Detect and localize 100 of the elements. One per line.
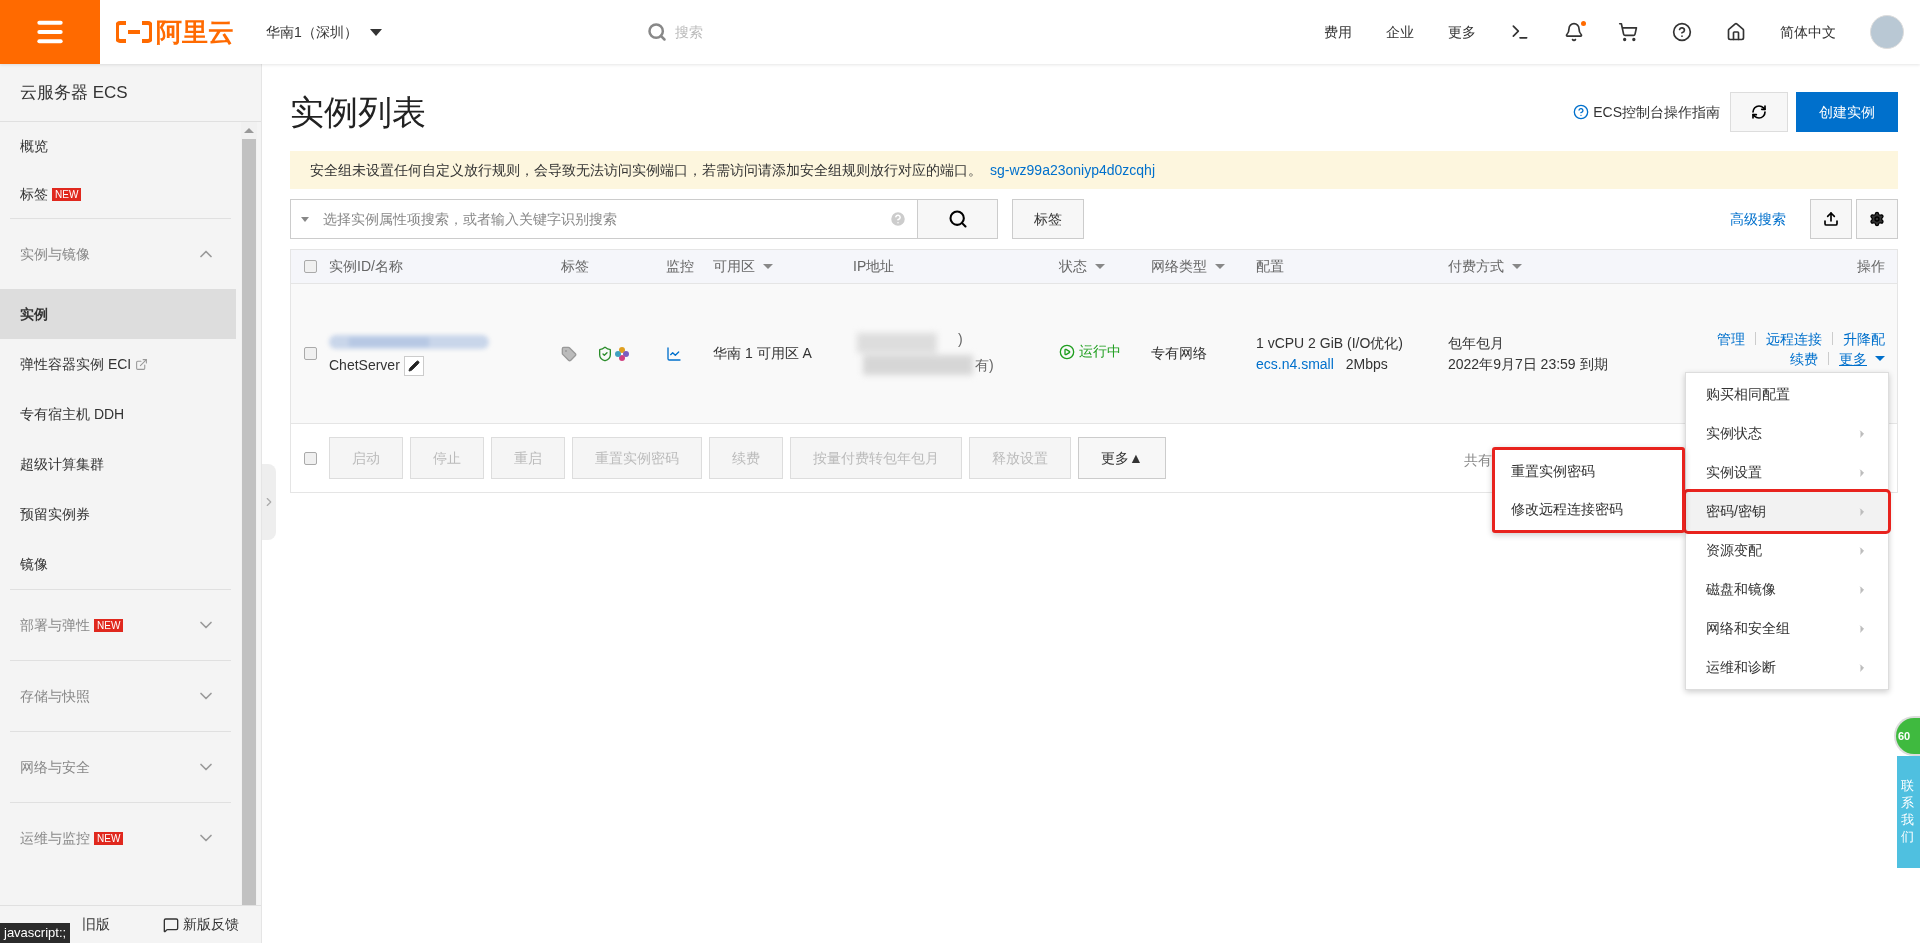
search-icon	[646, 22, 667, 42]
header-link[interactable]: 更多	[1448, 21, 1476, 43]
menu-item[interactable]: 密码/密钥	[1686, 492, 1888, 531]
help-icon[interactable]	[1672, 22, 1692, 42]
action-link[interactable]: 升降配	[1843, 328, 1885, 349]
caret-icon	[1875, 356, 1885, 361]
export-button[interactable]	[1810, 199, 1852, 239]
sidebar-item[interactable]: 弹性容器实例 ECI	[0, 339, 236, 389]
help-icon	[889, 210, 907, 228]
sidebar-item[interactable]: 实例	[0, 289, 236, 339]
home-icon[interactable]	[1726, 22, 1746, 42]
region-selector[interactable]: 华南1（深圳）	[266, 21, 382, 43]
column-header[interactable]: 可用区	[713, 256, 773, 277]
create-instance-button[interactable]: 创建实例	[1796, 92, 1898, 132]
advanced-search-link[interactable]: 高级搜索	[1730, 208, 1786, 230]
column-header: IP地址	[853, 257, 895, 276]
action-link[interactable]: 远程连接	[1766, 328, 1822, 349]
sidebar-section[interactable]: 运维与监控 NEW	[0, 803, 236, 873]
menu-item[interactable]: 网络和安全组	[1686, 609, 1888, 648]
export-icon	[1823, 211, 1839, 227]
shield-icon[interactable]	[597, 345, 613, 362]
checkbox[interactable]	[303, 260, 317, 273]
settings-button[interactable]	[1856, 199, 1898, 239]
logo-icon	[116, 20, 152, 44]
more-link[interactable]: 更多	[1839, 348, 1885, 369]
tag-icon[interactable]	[561, 345, 577, 362]
menu-item[interactable]: 资源变配	[1686, 531, 1888, 570]
checkbox[interactable]	[303, 451, 317, 465]
menu-item[interactable]: 购买相同配置	[1686, 375, 1888, 414]
page-title: 实例列表	[290, 91, 426, 133]
sidebar-item[interactable]: 概览	[0, 122, 241, 170]
sidebar-section[interactable]: 部署与弹性 NEW	[0, 590, 236, 660]
menu-item[interactable]: 运维和诊断	[1686, 648, 1888, 687]
guide-link[interactable]: ECS控制台操作指南	[1573, 101, 1720, 123]
search-box[interactable]: 选择实例属性项搜索，或者输入关键字识别搜索	[290, 199, 918, 239]
sidebar-item[interactable]: 标签 NEW	[0, 170, 241, 218]
menu-item[interactable]: 重置实例密码	[1495, 452, 1682, 490]
ip-fragment: )	[958, 329, 963, 349]
caret-icon	[1215, 264, 1225, 269]
flower-icon[interactable]	[615, 346, 629, 361]
header-link[interactable]: 费用	[1324, 21, 1352, 43]
logo-text: 阿里云	[156, 19, 234, 45]
menu-button[interactable]	[0, 0, 100, 64]
collapse-handle[interactable]	[262, 464, 276, 540]
column-header: 操作	[1857, 257, 1885, 276]
column-header: 实例ID/名称	[329, 257, 403, 276]
action-link[interactable]: 续费	[1790, 348, 1818, 369]
ip-fragment: 有)	[975, 355, 994, 375]
table-cell-text: 专有网络	[1151, 344, 1208, 363]
terminal-icon[interactable]	[1510, 22, 1530, 42]
language-link[interactable]: 简体中文	[1780, 21, 1836, 43]
refresh-icon	[1751, 104, 1767, 120]
edit-button[interactable]	[403, 355, 424, 376]
security-group-link[interactable]: sg-wz99a23oniyp4d0zcqhj	[990, 159, 1155, 181]
search-field[interactable]: 选择实例属性项搜索，或者输入关键字识别搜索	[323, 208, 889, 230]
instance-type-link[interactable]: ecs.n4.small	[1256, 353, 1334, 375]
menu-item[interactable]: 修改远程连接密码	[1495, 490, 1682, 528]
feedback-link[interactable]: 新版反馈	[163, 914, 239, 935]
feedback-icon	[163, 916, 179, 933]
action-link[interactable]: 管理	[1717, 328, 1745, 349]
expiry-date: 2022年9月7日 23:59 到期	[1448, 354, 1609, 374]
external-link-icon	[135, 357, 149, 371]
caret-icon	[763, 264, 773, 269]
sidebar-item[interactable]: 镜像	[0, 539, 236, 589]
column-header[interactable]: 状态	[1059, 256, 1105, 277]
play-icon	[1059, 343, 1075, 360]
table-cell-text: 包年包月	[1448, 333, 1505, 353]
column-header[interactable]: 网络类型	[1151, 256, 1225, 277]
search-icon	[947, 209, 968, 229]
tag-filter-button[interactable]: 标签	[1012, 199, 1084, 239]
caret-icon	[369, 28, 382, 36]
column-header[interactable]: 付费方式	[1448, 256, 1522, 277]
column-header: 监控	[666, 257, 694, 276]
refresh-button[interactable]	[1730, 92, 1788, 132]
pencil-icon	[407, 359, 420, 372]
help-icon	[1573, 104, 1590, 120]
search-button[interactable]	[918, 199, 998, 239]
settings-icon	[1869, 211, 1885, 227]
sidebar-item[interactable]: 超级计算集群	[0, 439, 236, 489]
search-field[interactable]: 搜索	[674, 21, 975, 43]
new-badge: NEW	[52, 187, 82, 201]
bandwidth: 2Mbps	[1345, 354, 1388, 374]
cart-icon[interactable]	[1618, 22, 1638, 42]
footer-link[interactable]: 旧版	[82, 914, 110, 935]
notice-text: 安全组未设置任何自定义放行规则，会导致无法访问实例端口，若需访问请添加安全组规则放行对应的端口。	[310, 160, 982, 180]
instance-name: ChetServer	[329, 356, 400, 375]
sidebar-item[interactable]: 预留实例券	[0, 489, 236, 539]
column-header: 配置	[1256, 257, 1284, 276]
chart-icon[interactable]	[666, 345, 682, 362]
table-cell-text: 华南 1 可用区 A	[713, 344, 813, 363]
menu-item[interactable]: 磁盘和镜像	[1686, 570, 1888, 609]
menu-item[interactable]: 实例设置	[1686, 453, 1888, 492]
notification-icon[interactable]	[1564, 22, 1584, 42]
column-header: 标签	[561, 257, 589, 276]
checkbox[interactable]	[303, 347, 317, 360]
bulk-action-button[interactable]: 更多▲	[1078, 437, 1166, 479]
sidebar-item[interactable]: 专有宿主机 DDH	[0, 389, 236, 439]
header-link[interactable]: 企业	[1386, 21, 1414, 43]
menu-item[interactable]: 实例状态	[1686, 414, 1888, 453]
pagination-text: 共有	[1464, 450, 1492, 470]
